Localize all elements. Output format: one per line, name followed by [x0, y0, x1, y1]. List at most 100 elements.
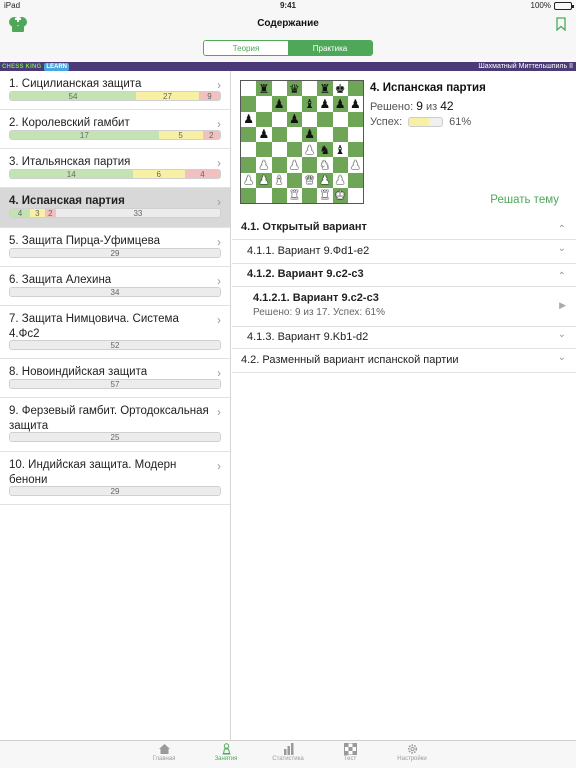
tab-statistics[interactable]: Статистика — [258, 743, 318, 762]
battery-status: 100% — [531, 1, 574, 10]
board-square — [241, 81, 257, 97]
board-square — [317, 126, 333, 142]
board-square: ♟ — [256, 172, 272, 188]
topic-title-label: 5. Защита Пирца-Уфимцева — [9, 235, 160, 247]
tab-test[interactable]: Тест — [320, 743, 380, 762]
board-square: ♟ — [241, 172, 257, 188]
variation-row[interactable]: 4.1.1. Вариант 9.Фd1-e2 ⌄ — [232, 240, 576, 264]
board-square — [286, 96, 302, 112]
board-square — [347, 126, 363, 142]
black-p-piece-icon: ♟ — [273, 96, 285, 111]
board-square: ♟ — [332, 96, 348, 112]
topic-row[interactable]: 6. Защита Алехина › 34 — [0, 267, 230, 306]
progress-segment-gray: 29 — [10, 487, 220, 495]
board-square: ♞ — [317, 142, 333, 158]
board-square: ♟ — [347, 96, 363, 112]
chessboard-icon — [343, 743, 357, 755]
chevron-down-icon: ⌄ — [557, 352, 566, 363]
chevron-right-icon: › — [217, 313, 221, 327]
board-square — [302, 157, 318, 173]
tab-settings[interactable]: Настройки — [382, 743, 442, 762]
topic-title-label: 9. Ферзевый гамбит. Ортодоксальная защит… — [9, 405, 209, 432]
progress-segment-red: 4 — [185, 170, 220, 178]
board-square: ♟ — [256, 126, 272, 142]
gear-icon — [407, 744, 417, 754]
white-n-piece-icon: ♞ — [319, 157, 331, 172]
board-square: ♟ — [347, 157, 363, 173]
progress-segment-red: 2 — [44, 209, 56, 217]
topic-row[interactable]: 3. Итальянская партия › 14 6 4 — [0, 149, 230, 188]
variation-label: 4.1.2.1. Вариант 9.c2-c3 — [253, 292, 379, 304]
board-square: ♛ — [286, 81, 302, 97]
variation-row[interactable]: 4.1.2. Вариант 9.c2-c3 ⌃ — [232, 264, 576, 287]
topic-row[interactable]: 8. Новоиндийская защита › 57 — [0, 359, 230, 398]
white-q-piece-icon: ♛ — [304, 173, 315, 188]
progress-segment-gray: 29 — [10, 249, 220, 257]
progress-segment-green: 17 — [10, 131, 159, 139]
black-p-piece-icon: ♟ — [288, 112, 300, 127]
topic-progress-bar: 34 — [9, 287, 221, 297]
status-bar: iPad 9:41 100% — [0, 0, 576, 12]
topic-row[interactable]: 9. Ферзевый гамбит. Ортодоксальная защит… — [0, 398, 230, 452]
success-fill — [409, 118, 430, 126]
board-square — [286, 142, 302, 158]
variation-row[interactable]: 4.2. Разменный вариант испанской партии ⌄ — [232, 349, 576, 373]
progress-segment-green: 54 — [10, 92, 136, 100]
segment-practice[interactable]: Практика — [288, 41, 372, 55]
black-p-piece-icon: ♟ — [304, 127, 315, 142]
segment-theory[interactable]: Теория — [204, 41, 288, 55]
progress-segment-gray: 57 — [10, 380, 220, 388]
white-r-piece-icon: ♜ — [288, 188, 300, 203]
topic-row[interactable]: 1. Сицилианская защита › 54 27 9 — [0, 71, 230, 110]
black-p-piece-icon: ♟ — [349, 96, 361, 111]
tab-home[interactable]: Главная — [134, 743, 194, 762]
chessboard-preview[interactable]: ♜ ♛ ♜ ♚ ♟ ♝ ♟ ♟ ♟ ♟ ♟ ♟ ♟ ♟ ♞ ♝ ♟ ♟ ♞ ♟ ♟ ♟ ♝ ♛ ♟ ♟ ♜ ♜ ♚ — [240, 80, 364, 204]
board-square — [241, 157, 257, 173]
board-square — [271, 187, 287, 203]
board-square — [347, 81, 363, 97]
topic-title-label: 1. Сицилианская защита — [9, 78, 142, 90]
variation-stats: Решено: 9 из 17. Успех: 61% — [253, 307, 385, 318]
board-square: ♝ — [332, 142, 348, 158]
variation-row[interactable]: 4.1. Открытый вариант ⌃ — [232, 214, 576, 240]
black-b-piece-icon: ♝ — [304, 96, 315, 111]
topic-title-label: 8. Новоиндийская защита — [9, 366, 148, 378]
topic-row[interactable]: 4. Испанская партия › 4 3 2 33 — [0, 188, 230, 228]
board-square — [347, 142, 363, 158]
board-square — [286, 172, 302, 188]
chevron-right-icon: › — [217, 459, 221, 473]
white-p-piece-icon: ♟ — [304, 142, 315, 157]
page-title: Содержание — [257, 18, 319, 29]
course-banner: CHESS KING LEARN Шахматный Миттельшпиль … — [0, 62, 576, 71]
board-square — [347, 187, 363, 203]
variation-row[interactable]: 4.1.3. Вариант 9.Kb1-d2 ⌄ — [232, 327, 576, 349]
tab-lessons[interactable]: Занятия — [196, 743, 256, 762]
black-k-piece-icon: ♚ — [334, 81, 346, 96]
solved-label: Решено: — [370, 101, 414, 113]
board-square — [271, 126, 287, 142]
board-square: ♞ — [317, 157, 333, 173]
board-square: ♟ — [256, 157, 272, 173]
white-p-piece-icon: ♟ — [349, 157, 361, 172]
black-q-piece-icon: ♛ — [288, 81, 300, 96]
topic-title-label: 3. Итальянская партия — [9, 156, 131, 168]
board-square — [302, 81, 318, 97]
board-square — [256, 111, 272, 127]
tab-lessons-label: Занятия — [214, 756, 238, 762]
board-square — [256, 187, 272, 203]
topic-progress-bar: 29 — [9, 486, 221, 496]
variation-label: 4.1. Открытый вариант — [241, 221, 367, 233]
bookmark-icon[interactable] — [556, 17, 566, 31]
topic-row[interactable]: 2. Королевский гамбит › 17 5 2 — [0, 110, 230, 149]
board-square: ♛ — [302, 172, 318, 188]
board-square: ♟ — [302, 126, 318, 142]
topic-row[interactable]: 7. Защита Нимцовича. Система 4.Фc2 › 52 — [0, 306, 230, 359]
variation-row[interactable]: 4.1.2.1. Вариант 9.c2-c3 Решено: 9 из 17.… — [232, 287, 576, 327]
topic-row[interactable]: 10. Индийская защита. Модерн бенони › 29 — [0, 452, 230, 505]
chevron-down-icon: ⌄ — [557, 243, 566, 254]
solve-topic-button[interactable]: Решать тему — [490, 194, 559, 206]
white-b-piece-icon: ♝ — [273, 173, 285, 188]
topic-row[interactable]: 5. Защита Пирца-Уфимцева › 29 — [0, 228, 230, 267]
chevron-right-icon: › — [217, 78, 221, 92]
board-square: ♟ — [271, 96, 287, 112]
